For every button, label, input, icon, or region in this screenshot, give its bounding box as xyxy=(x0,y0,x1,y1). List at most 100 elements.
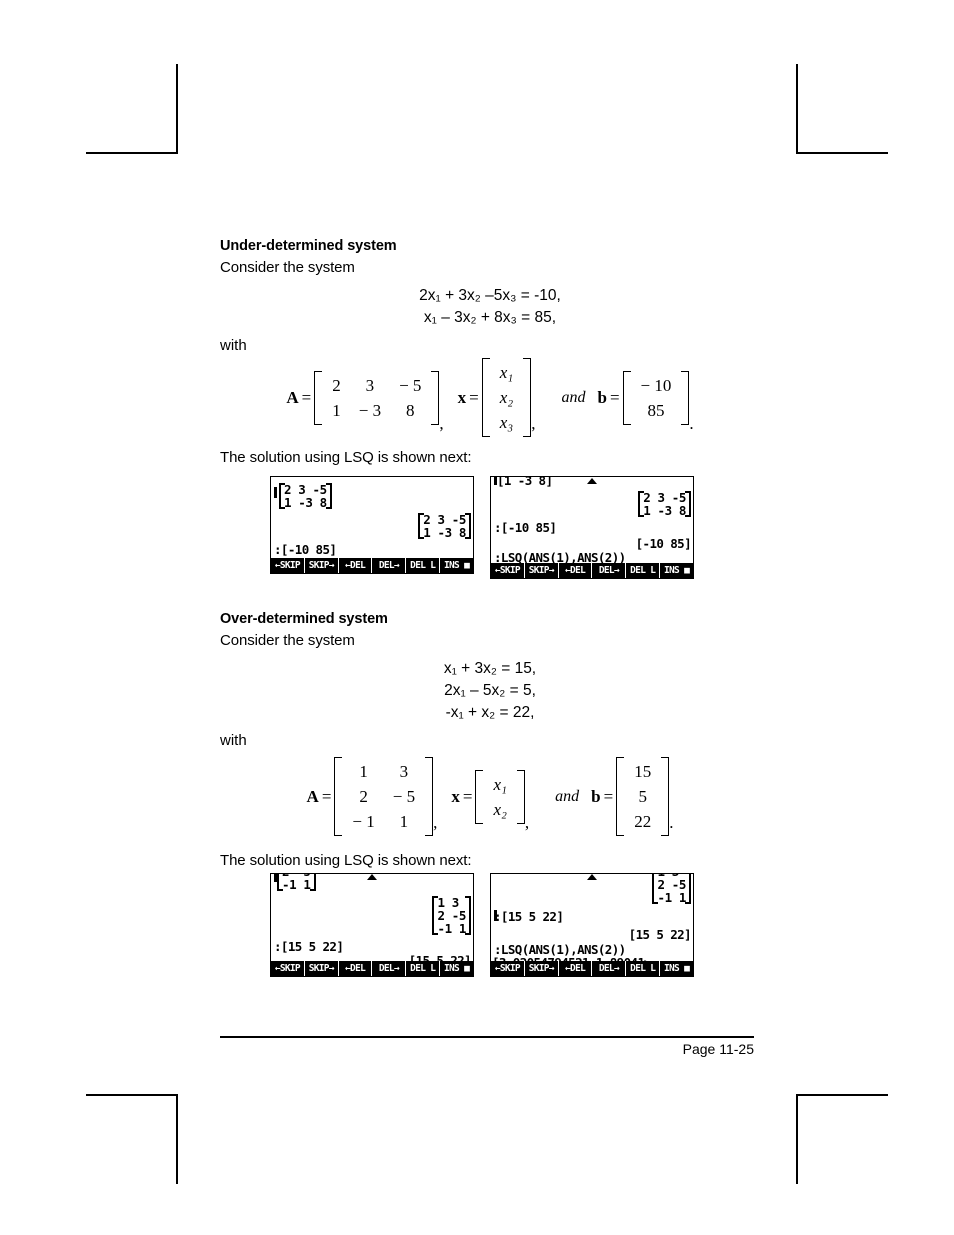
solution-text-under-determined: The solution using LSQ is shown next: xyxy=(220,449,472,467)
equation-line: 2x₁ – 5x₂ = 5, xyxy=(444,682,536,700)
equation-system-over-determined: x₁ + 3x₂ = 15, 2x₁ – 5x₂ = 5, -x₁ + x₂ =… xyxy=(220,658,760,724)
comma-separator: , xyxy=(433,813,438,833)
matrix-row: x₂ xyxy=(491,385,522,410)
calculator-screen-over-left[interactable]: 2 -5 -1 1 1 3 2 -5 -1 1 :[15 5 22] [1 xyxy=(270,873,474,978)
calculator-screens-over-determined: 2 -5 -1 1 1 3 2 -5 -1 1 :[15 5 22] [1 xyxy=(270,873,760,978)
screen-content: 2 -5 -1 1 1 3 2 -5 -1 1 :[15 5 22] [1 xyxy=(271,874,473,961)
matrix-cell: 2 xyxy=(359,787,368,807)
section-intro-over-determined: Consider the system xyxy=(220,632,355,650)
crop-mark-bottom-right-vertical xyxy=(796,1094,798,1184)
softkey-del-right[interactable]: DEL→ xyxy=(372,961,407,977)
entry-vector-line: :[15 5 22] xyxy=(274,939,344,955)
matrix-row: − 1 1 xyxy=(343,809,424,834)
section-heading-under-determined: Under-determined system xyxy=(220,238,397,254)
vector-x-values: x₁ x₂ x₃ xyxy=(491,360,522,435)
matrix-row: 22 xyxy=(625,809,660,834)
matrix-row: 15 xyxy=(625,759,660,784)
calculator-screen-over-right[interactable]: 1 3 2 -5 -1 1 :[15 5 22] [15 5 22] :LSQ(… xyxy=(490,873,694,978)
softkey-del-left[interactable]: ←DEL xyxy=(339,961,373,977)
softkey-skip-left[interactable]: ←SKIP xyxy=(491,563,525,579)
equals-sign: = xyxy=(603,786,614,806)
softkey-skip-left[interactable]: ←SKIP xyxy=(271,961,305,977)
section-heading-over-determined: Over-determined system xyxy=(220,611,388,628)
equation-line: x₁ – 3x₂ + 8x₃ = 85, xyxy=(423,309,557,326)
matrix-row: 1 -3 8 xyxy=(423,525,466,541)
equals-sign: = xyxy=(609,387,620,407)
period-mark: . xyxy=(669,813,674,833)
softkey-del-left[interactable]: ←DEL xyxy=(339,558,373,574)
matrix-cell: − 1 xyxy=(352,812,375,832)
matrix-cell: x₁ xyxy=(493,774,507,794)
matrix-row: 2 − 5 xyxy=(343,784,424,809)
equals-sign: = xyxy=(301,387,312,407)
matrix-A-values: 2 3 − 5 1 − 3 8 xyxy=(323,373,430,423)
matrix-cell: x₂ xyxy=(493,799,507,819)
matrix-cell: x₂ xyxy=(499,388,514,408)
comma-separator: , xyxy=(439,414,444,434)
and-label: and xyxy=(561,388,586,406)
equation-line: x₁ + 3x₂ = 15, xyxy=(443,660,537,678)
softkey-del-right[interactable]: DEL→ xyxy=(592,961,627,977)
entry-matrix: 2 3 -5 1 -3 8 xyxy=(279,483,332,510)
softkey-del-line[interactable]: DEL L xyxy=(406,961,441,977)
screen-content: 2 3 -5 1 -3 8 2 3 -5 1 -3 8 :[-10 85] [-… xyxy=(271,477,473,558)
matrix-cell: 3 xyxy=(365,375,375,395)
stack-matrix: 1 3 2 -5 -1 1 xyxy=(652,874,691,905)
softkey-skip-right[interactable]: SKIP→ xyxy=(305,961,339,977)
comma-separator: , xyxy=(531,414,536,434)
stack-vector-line: [15 5 22] xyxy=(628,927,692,943)
softkey-skip-left[interactable]: ←SKIP xyxy=(271,558,305,574)
equals-sign: = xyxy=(469,387,479,407)
softkey-del-left[interactable]: ←DEL xyxy=(559,563,593,579)
softkey-del-line[interactable]: DEL L xyxy=(626,961,661,977)
matrix-cell: 85 xyxy=(647,400,665,420)
vector-x-bracket: x₁ x₂ x₃ xyxy=(481,358,532,438)
softkey-del-line[interactable]: DEL L xyxy=(406,558,441,574)
comma-separator: , xyxy=(524,813,530,833)
vector-b-label: b xyxy=(597,387,607,407)
crop-mark-top-right-vertical xyxy=(796,64,798,154)
matrix-cell: − 5 xyxy=(392,787,416,807)
calculator-screen-under-left[interactable]: 2 3 -5 1 -3 8 2 3 -5 1 -3 8 :[-10 85] [-… xyxy=(270,476,474,575)
calculator-screen-under-right[interactable]: [1 -3 8] 2 3 -5 1 -3 8 :[-10 85] [-10 85… xyxy=(490,476,694,580)
equation-line: 2x₁ + 3x₂ –5x₃ = -10, xyxy=(419,287,561,304)
matrix-row: 1 − 3 8 xyxy=(323,398,430,423)
vector-b-bracket: − 10 85 xyxy=(622,370,690,425)
stack-matrix: 2 3 -5 1 -3 8 xyxy=(418,513,471,541)
screen-content: [1 -3 8] 2 3 -5 1 -3 8 :[-10 85] [-10 85… xyxy=(491,477,693,563)
crop-mark-bottom-right-horizontal xyxy=(796,1094,888,1096)
equation-line: -x₁ + x₂ = 22, xyxy=(445,704,535,722)
scroll-up-indicator-icon xyxy=(587,874,597,881)
softkey-del-right[interactable]: DEL→ xyxy=(372,558,407,574)
softkey-skip-right[interactable]: SKIP→ xyxy=(305,558,339,574)
softkey-skip-right[interactable]: SKIP→ xyxy=(525,961,559,977)
softkey-del-left[interactable]: ←DEL xyxy=(559,961,593,977)
vector-b-values: 15 5 22 xyxy=(625,759,660,834)
matrix-row: -1 1 xyxy=(437,921,466,937)
softkey-del-line[interactable]: DEL L xyxy=(626,563,661,579)
matrix-cell: x₁ xyxy=(499,363,514,382)
period-mark: . xyxy=(689,414,694,434)
matrix-cell: − 10 xyxy=(640,375,672,395)
screen-under-right-wrap: [1 -3 8] 2 3 -5 1 -3 8 :[-10 85] [-10 85… xyxy=(490,476,694,580)
softkey-skip-left[interactable]: ←SKIP xyxy=(491,961,525,977)
vector-x-label: x xyxy=(451,786,460,806)
softkey-del-right[interactable]: DEL→ xyxy=(592,563,627,579)
with-label-over-determined: with xyxy=(220,732,247,750)
vector-b-values: − 10 85 xyxy=(632,373,681,423)
crop-mark-bottom-left-vertical xyxy=(176,1094,178,1184)
softkey-ins[interactable]: INS ■ xyxy=(660,961,693,976)
matrix-cell: 22 xyxy=(634,812,652,832)
entry-vector-line: :[-10 85] xyxy=(274,542,337,558)
softkey-ins[interactable]: INS ■ xyxy=(440,558,473,573)
screen-content: 1 3 2 -5 -1 1 :[15 5 22] [15 5 22] :LSQ(… xyxy=(491,874,693,961)
softkey-skip-right[interactable]: SKIP→ xyxy=(525,563,559,579)
screen-over-left-wrap: 2 -5 -1 1 1 3 2 -5 -1 1 :[15 5 22] [1 xyxy=(270,873,474,978)
stack-matrix: 1 3 2 -5 -1 1 xyxy=(432,896,471,937)
entry-cursor-icon xyxy=(274,487,277,499)
softkey-ins[interactable]: INS ■ xyxy=(440,961,473,976)
softkey-ins[interactable]: INS ■ xyxy=(660,563,693,578)
matrix-cell: 8 xyxy=(406,400,415,420)
matrix-A-bracket: 1 3 2 − 5 − 1 1 xyxy=(334,757,433,837)
soft-key-menu-bar: ←SKIP SKIP→ ←DEL DEL→ DEL L INS ■ xyxy=(491,961,693,977)
